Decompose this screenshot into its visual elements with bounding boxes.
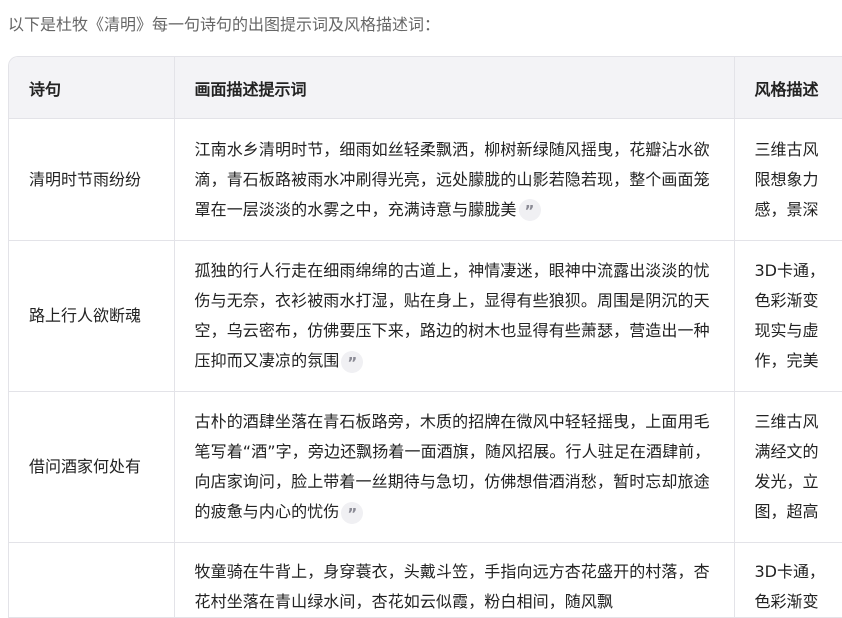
poem-cell: 清明时节雨纷纷 <box>9 119 174 241</box>
description-text: 江南水乡清明时节，细雨如丝轻柔飘洒，柳树新绿随风摇曳，花瓣沾水欲滴，青石板路被雨… <box>195 140 710 219</box>
table-row: 借问酒家何处有 古朴的酒肆坐落在青石板路旁，木质的招牌在微风中轻轻摇曳，上面用毛… <box>9 392 842 543</box>
quote-icon[interactable]: ” <box>341 351 363 373</box>
table-row: 清明时节雨纷纷 江南水乡清明时节，细雨如丝轻柔飘洒，柳树新绿随风摇曳，花瓣沾水欲… <box>9 119 842 241</box>
description-cell: 江南水乡清明时节，细雨如丝轻柔飘洒，柳树新绿随风摇曳，花瓣沾水欲滴，青石板路被雨… <box>174 119 734 241</box>
poem-cell: 路上行人欲断魂 <box>9 241 174 392</box>
header-style: 风格描述 <box>734 57 842 119</box>
header-description: 画面描述提示词 <box>174 57 734 119</box>
poem-cell <box>9 543 174 618</box>
description-text: 古朴的酒肆坐落在青石板路旁，木质的招牌在微风中轻轻摇曳，上面用毛笔写着“酒”字，… <box>195 412 711 521</box>
description-cell: 古朴的酒肆坐落在青石板路旁，木质的招牌在微风中轻轻摇曳，上面用毛笔写着“酒”字，… <box>174 392 734 543</box>
prompt-table: 诗句 画面描述提示词 风格描述 清明时节雨纷纷 江南水乡清明时节，细雨如丝轻柔飘… <box>8 56 842 618</box>
table-header-row: 诗句 画面描述提示词 风格描述 <box>9 57 842 119</box>
table-row: 牧童骑在牛背上，身穿蓑衣，头戴斗笠，手指向远方杏花盛开的村落，杏花村坐落在青山绿… <box>9 543 842 618</box>
quote-icon[interactable]: ” <box>341 502 363 524</box>
quote-icon[interactable]: ” <box>519 199 541 221</box>
description-cell: 牧童骑在牛背上，身穿蓑衣，头戴斗笠，手指向远方杏花盛开的村落，杏花村坐落在青山绿… <box>174 543 734 618</box>
description-text: 牧童骑在牛背上，身穿蓑衣，头戴斗笠，手指向远方杏花盛开的村落，杏花村坐落在青山绿… <box>195 562 710 611</box>
style-cell: 三维古风 满经文的 发光，立 图，超高 <box>734 392 842 543</box>
style-cell: 3D卡通， 色彩渐变 现实与虚 作，完美 <box>734 241 842 392</box>
table-row: 路上行人欲断魂 孤独的行人行走在细雨绵绵的古道上，神情凄迷，眼神中流露出淡淡的忧… <box>9 241 842 392</box>
style-cell: 三维古风 限想象力 感，景深 <box>734 119 842 241</box>
poem-cell: 借问酒家何处有 <box>9 392 174 543</box>
description-text: 孤独的行人行走在细雨绵绵的古道上，神情凄迷，眼神中流露出淡淡的忧伤与无奈，衣衫被… <box>195 261 710 370</box>
prompt-table-grid: 诗句 画面描述提示词 风格描述 清明时节雨纷纷 江南水乡清明时节，细雨如丝轻柔飘… <box>9 57 842 618</box>
header-poem: 诗句 <box>9 57 174 119</box>
description-cell: 孤独的行人行走在细雨绵绵的古道上，神情凄迷，眼神中流露出淡淡的忧伤与无奈，衣衫被… <box>174 241 734 392</box>
style-cell: 3D卡通， 色彩渐变 <box>734 543 842 618</box>
intro-text: 以下是杜牧《清明》每一句诗句的出图提示词及风格描述词： <box>8 13 440 37</box>
